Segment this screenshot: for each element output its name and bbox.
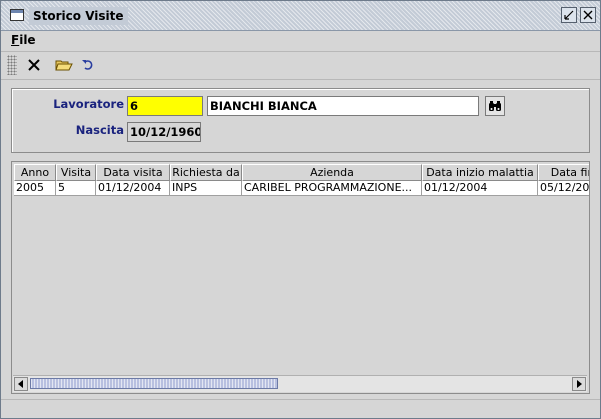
table-cell: 5	[56, 181, 96, 196]
status-bar	[1, 399, 600, 418]
nascita-field: 10/12/1960	[127, 122, 201, 142]
binoculars-icon[interactable]	[485, 96, 505, 116]
column-header-anno[interactable]: Anno	[14, 164, 56, 181]
table-cell: 05/12/20	[538, 181, 589, 196]
column-header-visita[interactable]: Visita	[56, 164, 96, 181]
close-icon[interactable]	[580, 7, 596, 23]
table-header: Anno Visita Data visita Richiesta da Azi…	[14, 164, 589, 181]
undo-icon[interactable]	[78, 55, 98, 75]
table-cell: 01/12/2004	[96, 181, 170, 196]
scroll-right-icon[interactable]	[572, 377, 586, 391]
storico-visite-window: Storico Visite File Lavoratore 6 BIANCHI…	[0, 0, 601, 419]
table-row[interactable]: 2005 5 01/12/2004 INPS CARIBEL PROGRAMMA…	[14, 181, 589, 196]
scrollbar-thumb[interactable]	[30, 378, 278, 389]
menu-bar: File	[1, 31, 600, 52]
column-header-richiesta-da[interactable]: Richiesta da	[170, 164, 242, 181]
minimize-icon[interactable]	[561, 7, 577, 23]
window-title: Storico Visite	[29, 7, 128, 25]
worker-panel: Lavoratore 6 BIANCHI BIANCA Nascita 10/1…	[11, 88, 590, 153]
toolbar-grip[interactable]	[7, 55, 17, 75]
title-bar[interactable]: Storico Visite	[1, 1, 600, 31]
nascita-label: Nascita	[75, 123, 124, 137]
column-header-data-inizio-malattia[interactable]: Data inizio malattia	[422, 164, 538, 181]
visits-table: Anno Visita Data visita Richiesta da Azi…	[11, 161, 590, 394]
lavoratore-name-field[interactable]: BIANCHI BIANCA	[207, 96, 479, 116]
window-icon	[10, 9, 24, 21]
lavoratore-code-field[interactable]: 6	[127, 96, 203, 116]
lavoratore-label: Lavoratore	[53, 97, 124, 111]
open-folder-icon[interactable]	[54, 55, 74, 75]
table-cell: 2005	[14, 181, 56, 196]
toolbar	[1, 52, 600, 80]
menu-file[interactable]: File	[11, 33, 36, 47]
column-header-data-visita[interactable]: Data visita	[96, 164, 170, 181]
table-cell: INPS	[170, 181, 242, 196]
delete-icon[interactable]	[24, 55, 44, 75]
table-cell: 01/12/2004	[422, 181, 538, 196]
column-header-data-fine[interactable]: Data fine	[538, 164, 589, 181]
table-cell: CARIBEL PROGRAMMAZIONE...	[242, 181, 422, 196]
column-header-azienda[interactable]: Azienda	[242, 164, 422, 181]
scroll-left-icon[interactable]	[14, 377, 28, 391]
horizontal-scrollbar[interactable]	[13, 375, 587, 392]
table-empty-area	[14, 196, 587, 374]
